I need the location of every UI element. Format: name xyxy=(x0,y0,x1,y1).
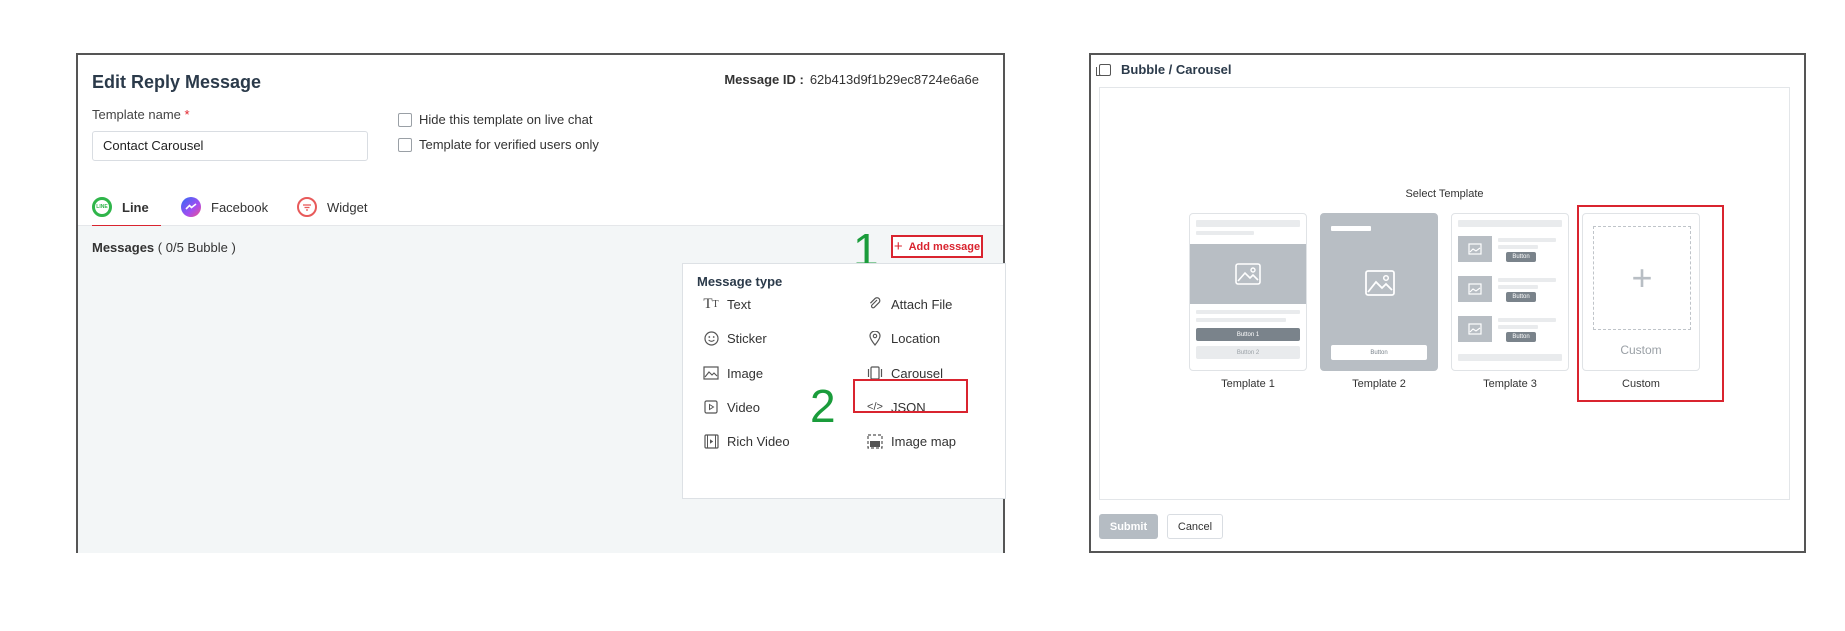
template-1-button-2: Button 2 xyxy=(1196,346,1300,359)
menu-item-image[interactable]: Image xyxy=(703,365,763,381)
menu-item-image-map-label: Image map xyxy=(891,433,957,449)
template-1-label: Template 1 xyxy=(1221,378,1275,390)
bubble-carousel-title: Bubble / Carousel xyxy=(1096,62,1232,77)
menu-item-image-map[interactable]: Image map xyxy=(867,433,956,449)
custom-template-highlight xyxy=(1577,205,1724,402)
verified-users-checkbox[interactable] xyxy=(398,137,412,152)
text-icon: TT xyxy=(703,295,719,312)
add-message-button[interactable]: + Add message xyxy=(891,235,983,258)
menu-item-rich-video-label: Rich Video xyxy=(727,433,790,449)
submit-button[interactable]: Submit xyxy=(1099,514,1158,539)
template-2-label: Template 2 xyxy=(1352,378,1406,390)
required-mark: * xyxy=(184,107,190,122)
template-3-button: Button xyxy=(1506,252,1536,262)
tab-line[interactable]: LINE Line xyxy=(92,189,161,227)
messages-count: Messages ( 0/5 Bubble ) xyxy=(92,240,236,255)
bubble-carousel-panel: Bubble / Carousel Select Template Button… xyxy=(1089,53,1806,553)
step-number-2: 2 xyxy=(810,380,836,432)
hide-on-live-chat-checkbox-row[interactable]: Hide this template on live chat xyxy=(398,112,592,127)
template-2-button: Button xyxy=(1331,345,1427,360)
tab-widget-label: Widget xyxy=(327,199,368,215)
menu-item-video-label: Video xyxy=(727,399,761,415)
template-name-label: Template name * xyxy=(92,107,190,122)
hide-on-live-chat-label: Hide this template on live chat xyxy=(419,112,593,127)
verified-users-label: Template for verified users only xyxy=(419,137,599,152)
carousel-copy-icon xyxy=(1096,63,1111,76)
menu-item-image-label: Image xyxy=(727,365,764,381)
line-icon: LINE xyxy=(92,197,112,217)
verified-users-checkbox-row[interactable]: Template for verified users only xyxy=(398,137,599,152)
hide-on-live-chat-checkbox[interactable] xyxy=(398,112,412,127)
tab-line-label: Line xyxy=(122,199,149,215)
template-3-card[interactable]: Button Button Button xyxy=(1451,213,1569,371)
message-id-label: Message ID : xyxy=(724,72,804,87)
menu-item-location-label: Location xyxy=(891,330,941,346)
select-template-label: Select Template xyxy=(1405,188,1484,200)
image-placeholder-icon xyxy=(1190,244,1306,304)
image-placeholder-icon xyxy=(1458,276,1492,302)
plus-icon: + xyxy=(893,238,903,255)
tab-widget[interactable]: Widget xyxy=(297,189,367,225)
widget-icon xyxy=(297,197,317,217)
template-3-button: Button xyxy=(1506,292,1536,302)
edit-reply-panel: Edit Reply Message Message ID : 62b413d9f… xyxy=(76,53,1006,553)
messages-label: Messages xyxy=(92,240,155,255)
menu-item-video[interactable]: Video xyxy=(703,399,760,415)
menu-item-attach-file-label: Attach File xyxy=(891,296,953,312)
template-3-button: Button xyxy=(1506,332,1536,342)
menu-item-attach-file[interactable]: Attach File xyxy=(867,296,952,312)
bubble-carousel-title-text: Bubble / Carousel xyxy=(1121,62,1232,77)
smiley-icon xyxy=(703,330,719,346)
add-message-label: Add message xyxy=(908,240,981,253)
channel-tabs: LINE Line Facebook Widget xyxy=(78,189,1003,227)
message-id-value: 62b413d9f1b29ec8724e6a6e xyxy=(809,72,979,87)
template-canvas: Select Template Button 1 Button 2 Templa… xyxy=(1099,87,1790,500)
rich-video-icon xyxy=(703,433,719,449)
messenger-icon xyxy=(181,197,201,217)
image-icon xyxy=(703,365,719,381)
message-id: Message ID : 62b413d9f1b29ec8724e6a6e xyxy=(724,72,979,87)
location-pin-icon xyxy=(867,330,883,346)
menu-item-location[interactable]: Location xyxy=(867,330,940,346)
menu-item-rich-video[interactable]: Rich Video xyxy=(703,433,790,449)
template-2-card[interactable]: Button xyxy=(1320,213,1438,371)
template-name-label-text: Template name xyxy=(92,107,181,122)
template-1-button-1: Button 1 xyxy=(1196,328,1300,341)
menu-item-text-label: Text xyxy=(727,296,751,312)
paperclip-icon xyxy=(867,296,883,312)
video-icon xyxy=(703,399,719,415)
template-name-input[interactable]: Contact Carousel xyxy=(92,131,368,161)
menu-item-sticker[interactable]: Sticker xyxy=(703,330,767,346)
template-1-card[interactable]: Button 1 Button 2 xyxy=(1189,213,1307,371)
image-placeholder-icon xyxy=(1458,236,1492,262)
bubble-count: ( 0/5 Bubble ) xyxy=(157,240,236,255)
image-map-icon xyxy=(867,433,883,449)
image-placeholder-icon xyxy=(1458,316,1492,342)
menu-item-text[interactable]: TT Text xyxy=(703,295,751,312)
tab-facebook-label: Facebook xyxy=(211,199,269,215)
page-title: Edit Reply Message xyxy=(92,72,262,92)
cancel-button[interactable]: Cancel xyxy=(1167,514,1223,539)
menu-item-sticker-label: Sticker xyxy=(727,330,767,346)
carousel-highlight xyxy=(853,379,968,413)
template-3-label: Template 3 xyxy=(1483,378,1537,390)
image-placeholder-icon xyxy=(1365,270,1395,301)
message-type-title: Message type xyxy=(697,274,783,289)
tab-facebook[interactable]: Facebook xyxy=(181,189,268,225)
